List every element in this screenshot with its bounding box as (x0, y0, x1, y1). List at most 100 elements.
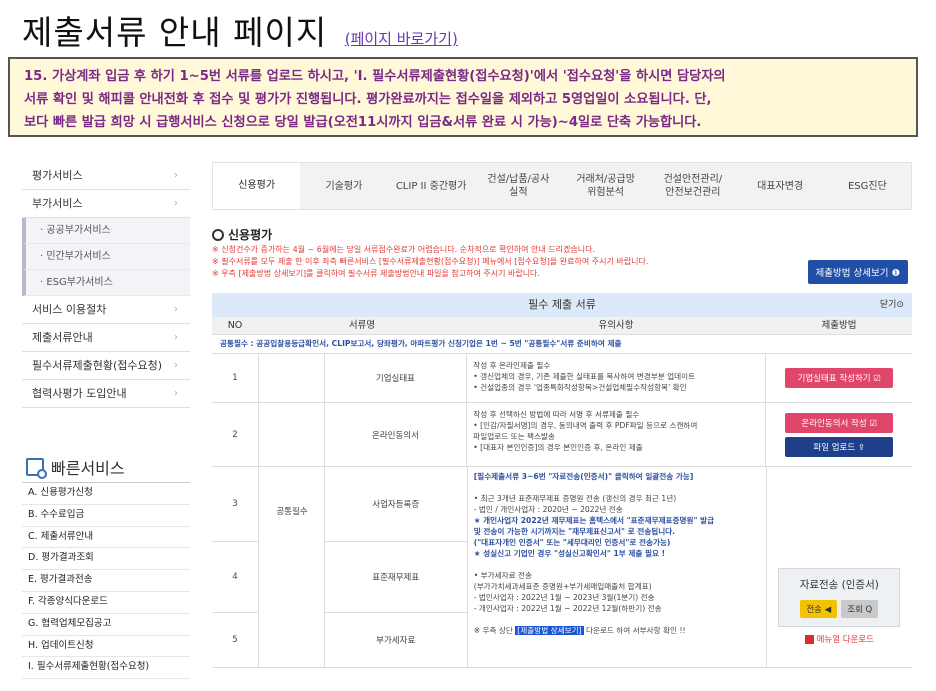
row-no: 3 (212, 467, 258, 543)
data-send-box: 자료전송 (인증서) 전송 ◀ 조회 Q (778, 568, 901, 627)
row-group-cell (258, 403, 324, 466)
row-no: 1 (232, 373, 238, 383)
note-text: • 갱신업체의 경우, 기존 제출한 실태표를 복사하여 변경부분 업데이트 (473, 372, 696, 381)
sidebar-subitem-private[interactable]: · 민간부가서비스 (22, 244, 190, 270)
tab-construction[interactable]: 건설/납품/공사 실적 (475, 163, 562, 209)
row-name: 표준재무제표 (324, 542, 467, 613)
sidebar-item-partner[interactable]: 협력사평가 도입안내 › (22, 380, 190, 408)
quick-item[interactable]: F. 각종양식다운로드 (22, 592, 190, 614)
quick-item[interactable]: H. 업데이트신청 (22, 636, 190, 658)
row-name: 온라인동의서 (323, 403, 468, 466)
note-text (474, 614, 760, 625)
note-text: • 부가세자료 전송 (473, 571, 532, 580)
row-name: 부가세자료 (376, 635, 416, 646)
view-button[interactable]: 조회 Q (841, 600, 879, 618)
sidebar-item-label: 평가서비스 (32, 169, 83, 182)
sidebar-subitem-public[interactable]: · 공공부가서비스 (22, 218, 190, 244)
send-button[interactable]: 전송 ◀ (800, 600, 838, 618)
tab-credit[interactable]: 신용평가 (213, 163, 301, 209)
section-title-text: 신용평가 (228, 228, 273, 242)
main-content: 신용평가 기술평가 CLIP II 중간평가 건설/납품/공사 실적 거래처/공… (212, 162, 912, 668)
tab-safety[interactable]: 건설안전관리/ 안전보건관리 (649, 163, 736, 209)
note-text: (부가가치세과세표준 증명원+부가세매입매출처 합계표) (473, 582, 652, 591)
close-table-button[interactable]: 닫기⊙ (880, 293, 904, 317)
note-text: 파일업로드 또는 팩스발송 (473, 432, 555, 441)
quick-item[interactable]: A. 신용평가신청 (22, 483, 190, 505)
note-text (474, 482, 760, 493)
tab-ceo[interactable]: 대표자변경 (737, 163, 824, 209)
file-upload-button[interactable]: 파일 업로드 ⇪ (785, 436, 894, 457)
tab-bar: 신용평가 기술평가 CLIP II 중간평가 건설/납품/공사 실적 거래처/공… (212, 162, 912, 210)
row-notes: 작성 후 온라인제출 필수 • 갱신업체의 경우, 기존 제출한 실태표를 복사… (467, 354, 767, 402)
row-name: 사업자등록증 (324, 467, 467, 543)
notice-line: 서류 확인 및 해피콜 안내전화 후 접수 및 평가가 진행됩니다. 평가완료까… (24, 92, 712, 107)
write-company-status-button[interactable]: 기업실태표 작성하기 ☑ (785, 368, 894, 388)
note-text: ★ 개인사업자 2022년 재무제표는 홈택스에서 "표준재무제표증명원" 발급 (473, 516, 715, 525)
sidebar-item-label: 서비스 이용절차 (32, 303, 107, 316)
quick-item[interactable]: B. 수수료입금 (22, 505, 190, 527)
sidebar-item-label: 부가서비스 (32, 197, 83, 210)
write-consent-button[interactable]: 온라인동의서 작성 ☑ (785, 412, 894, 433)
quick-service-header: 빠른서비스 (22, 452, 190, 483)
quick-item[interactable]: I. 필수서류제출현황(접수요청) (22, 657, 190, 680)
manual-download-link[interactable]: 메뉴얼 다운로드 (804, 633, 874, 645)
notice-line: 보다 빠른 발급 희망 시 급행서비스 신청으로 당일 발급(오전11시까지 입… (24, 115, 702, 130)
col-name: 서류명 (348, 320, 376, 331)
sidebar-item-status[interactable]: 필수서류제출현황(접수요청) › (22, 352, 190, 380)
section-title: 신용평가 (212, 226, 912, 243)
table-header-row: NO 서류명 유의사항 제출방법 (212, 317, 912, 335)
note-text: • 최근 3개년 표준재무제표 증명원 전송 (갱신의 경우 최근 1년) (473, 494, 677, 503)
quick-item[interactable]: D. 평가결과조회 (22, 548, 190, 571)
tab-clip[interactable]: CLIP II 중간평가 (388, 163, 475, 209)
row-notes: 작성 후 선택하신 방법에 따라 서명 후 서류제출 필수 • [인감/자필서명… (467, 403, 767, 466)
note-text: • [인감/자필서명]의 경우, 동의내역 출력 후 PDF파일 등으로 스캔하… (473, 421, 698, 430)
quick-service-title: 빠른서비스 (51, 459, 125, 478)
search-document-icon (26, 458, 47, 479)
sidebar: 평가서비스 › 부가서비스 › · 공공부가서비스 · 민간부가서비스 · ESG부… (22, 162, 190, 680)
row-name: 기업실태표 (323, 354, 468, 402)
circle-bullet-icon (212, 228, 224, 241)
row-no: 5 (232, 634, 238, 645)
tab-supply[interactable]: 거래처/공급망 위험분석 (562, 163, 649, 209)
method-detail-button[interactable]: 제출방법 상세보기 ❶ (807, 260, 908, 284)
sidebar-item-documents[interactable]: 제출서류안내 › (22, 324, 190, 352)
tab-esg[interactable]: ESG진단 (824, 163, 911, 209)
col-note: 유의사항 (598, 320, 634, 331)
note-text-final: ※ 우측 상단 [제출방법 상세보기] 다운로드 하여 서부사항 확인 !! (474, 625, 760, 636)
sidebar-item-eval[interactable]: 평가서비스 › (22, 162, 190, 190)
note-suffix: 다운로드 하여 서부사항 확인 !! (585, 626, 686, 635)
page-title-text: 제출서류 안내 페이지 (22, 13, 328, 52)
note-text: - 법인사업자 : 2022년 1월 ~ 2023년 3월(1분기) 전송 (473, 593, 655, 602)
chevron-right-icon: › (174, 332, 178, 343)
chevron-right-icon: › (174, 198, 178, 209)
required-docs-table: 필수 제출 서류 닫기⊙ NO 서류명 유의사항 제출방법 공통필수 : 공공입… (212, 293, 912, 668)
row-group-cell (258, 354, 324, 402)
quick-item[interactable]: G. 협력업체모집공고 (22, 614, 190, 636)
sidebar-item-label: 필수서류제출현황(접수요청) (32, 359, 163, 372)
row-no: 4 (212, 542, 258, 613)
note-text: 작성 후 온라인제출 필수 (473, 361, 551, 370)
sidebar-item-procedure[interactable]: 서비스 이용절차 › (22, 296, 190, 324)
chevron-right-icon: › (174, 388, 178, 399)
row-method: 온라인동의서 작성 ☑ 파일 업로드 ⇪ (766, 403, 912, 466)
note-text: [필수제출서류 3~6번 "자료전송(인증서)" 클릭하여 일괄전송 가능] (473, 472, 694, 481)
merged-notes: [필수제출서류 3~6번 "자료전송(인증서)" 클릭하여 일괄전송 가능] •… (468, 467, 767, 667)
row-group-cell (258, 467, 324, 667)
tab-tech[interactable]: 기술평가 (300, 163, 387, 209)
merged-rows: 3 4 5 사업자등록증 표준재무제표 부가세자료 [필수제출서류 3~6번 "… (212, 467, 912, 668)
chevron-right-icon: › (174, 304, 178, 315)
send-box-title: 자료전송 (인증서) (799, 579, 879, 591)
send-box-buttons: 전송 ◀ 조회 Q (783, 600, 895, 618)
method-detail-highlight: [제출방법 상세보기] (515, 626, 584, 635)
page-shortcut-link[interactable]: (페이지 바로가기) (345, 30, 458, 48)
col-no: NO (227, 320, 243, 331)
quick-item[interactable]: E. 평가결과전송 (22, 570, 190, 592)
chevron-right-icon: › (174, 360, 178, 371)
sidebar-subitem-esg[interactable]: · ESG부가서비스 (22, 270, 190, 296)
sidebar-item-addon[interactable]: 부가서비스 › (22, 190, 190, 218)
note-text: ★ 성실신고 기업인 경우 "성실신고확인서" 1부 제출 필요 ! (473, 549, 666, 558)
quick-item[interactable]: C. 제출서류안내 (22, 527, 190, 549)
note-line: ※ 신청건수가 증가하는 4월 ~ 6월에는 당일 서류접수완료가 어렵습니다.… (212, 245, 596, 254)
note-text (474, 559, 760, 570)
table-title-bar: 필수 제출 서류 닫기⊙ (212, 293, 912, 317)
